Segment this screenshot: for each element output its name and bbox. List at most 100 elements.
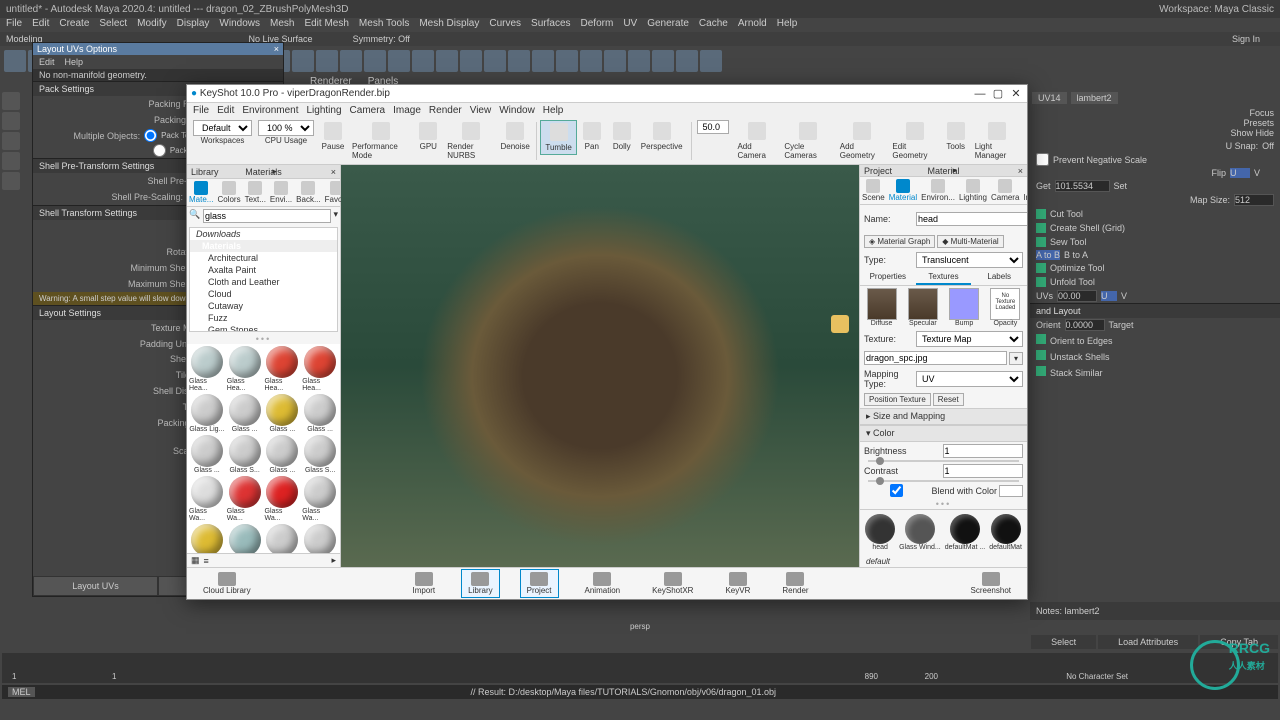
screenshot-button[interactable]: Screenshot [965, 570, 1017, 597]
maya-menu-mesh-display[interactable]: Mesh Display [419, 18, 479, 32]
shelf-icon[interactable] [556, 50, 578, 72]
material-swatch[interactable]: Glass Wa... [302, 476, 338, 522]
shelf-icon[interactable] [388, 50, 410, 72]
ks-tool-light-manager[interactable]: Light Manager [971, 120, 1023, 162]
assigned-material[interactable]: defaultMat ... [945, 514, 985, 551]
maximize-icon[interactable]: ▢ [991, 87, 1005, 101]
shelf-icon[interactable] [652, 50, 674, 72]
material-swatch[interactable]: Glass Wa... [265, 476, 301, 522]
tree-node-cloud[interactable]: Cloud [190, 288, 337, 300]
orient-edges-tool[interactable]: Orient to Edges [1050, 336, 1113, 346]
mapping-type-select[interactable]: UV [916, 371, 1023, 387]
maya-menu-generate[interactable]: Generate [647, 18, 689, 32]
maya-menu-help[interactable]: Help [777, 18, 798, 32]
grid-view-icon[interactable]: ▦ [191, 555, 200, 566]
scale-tool-icon[interactable] [2, 172, 20, 190]
uv-tool-optimize-tool[interactable]: Optimize Tool [1030, 261, 1280, 275]
atob-button[interactable]: A to B [1036, 250, 1060, 260]
shelf-icon[interactable] [604, 50, 626, 72]
ae-tab-select[interactable]: Select [1031, 635, 1096, 649]
size-mapping-section[interactable]: ▸ Size and Mapping [860, 408, 1027, 425]
brightness-field[interactable] [943, 444, 1024, 458]
material-swatch[interactable]: Glass Lig... [189, 394, 225, 433]
texture-map-specular[interactable]: Specular [903, 288, 942, 327]
close-icon[interactable]: × [274, 44, 279, 54]
proj-tab-scene[interactable]: Scene [860, 177, 887, 204]
maya-menu-select[interactable]: Select [99, 18, 127, 32]
material-swatch[interactable]: Glass Wa... [302, 524, 338, 553]
tex-tab-properties[interactable]: Properties [860, 270, 916, 285]
maya-menu-create[interactable]: Create [59, 18, 89, 32]
shelf-icon[interactable] [292, 50, 314, 72]
material-swatch[interactable]: Glass Wa... [227, 476, 263, 522]
ae-tab-2[interactable]: lambert2 [1071, 92, 1118, 104]
shelf-icon[interactable] [4, 50, 26, 72]
ks-keyshotxr-button[interactable]: KeyShotXR [646, 570, 699, 597]
get-button[interactable]: Get [1036, 181, 1051, 191]
ks-tool-pause[interactable]: Pause [318, 120, 348, 162]
ks-keyvr-button[interactable]: KeyVR [719, 570, 756, 597]
material-name-field[interactable] [916, 212, 1027, 226]
maya-menu-file[interactable]: File [6, 18, 22, 32]
ks-tool-dolly[interactable]: Dolly [607, 120, 637, 155]
fov-field[interactable] [697, 120, 729, 134]
panel-close-icon[interactable]: × [331, 167, 336, 177]
timeline[interactable]: 1 1 890 200 No Character Set [2, 653, 1278, 683]
contrast-field[interactable] [943, 464, 1024, 478]
lib-tab-back[interactable]: Back... [294, 179, 322, 206]
tree-node-axalta-paint[interactable]: Axalta Paint [190, 264, 337, 276]
flip-u-button[interactable]: U [1230, 168, 1250, 178]
ks-tool-gpu[interactable]: GPU [413, 120, 443, 162]
select-tool-icon[interactable] [2, 92, 20, 110]
shelf-icon[interactable] [700, 50, 722, 72]
texture-map-diffuse[interactable]: Diffuse [862, 288, 901, 327]
lib-tab-envi[interactable]: Envi... [268, 179, 294, 206]
ks-tool-add-camera[interactable]: Add Camera [733, 120, 780, 162]
maya-menu-uv[interactable]: UV [623, 18, 637, 32]
ks-animation-button[interactable]: Animation [579, 570, 627, 597]
panel-close-icon[interactable]: × [1018, 166, 1023, 176]
v-button[interactable]: V [1121, 291, 1137, 301]
material-graph-button[interactable]: ◈ Material Graph [864, 235, 935, 248]
ks-render-button[interactable]: Render [776, 570, 814, 597]
uv-tool-sew-tool[interactable]: Sew Tool [1030, 235, 1280, 249]
flip-v-button[interactable]: V [1254, 168, 1274, 178]
maya-menu-windows[interactable]: Windows [219, 18, 260, 32]
lib-tab-mate[interactable]: Mate... [187, 179, 215, 206]
browse-button[interactable]: ▾ [1009, 352, 1023, 365]
uv-tool-cut-tool[interactable]: Cut Tool [1030, 207, 1280, 221]
u-button[interactable]: U [1101, 291, 1117, 301]
proj-tab-lighting[interactable]: Lighting [957, 177, 989, 204]
material-swatch[interactable]: Glass ... [302, 394, 338, 433]
texture-file-field[interactable] [864, 351, 1007, 365]
set-button[interactable]: Set [1114, 181, 1128, 191]
maya-menu-arnold[interactable]: Arnold [738, 18, 767, 32]
assigned-material[interactable]: defaultMat [989, 514, 1022, 551]
shelf-icon[interactable] [508, 50, 530, 72]
rotate-tool-icon[interactable] [2, 152, 20, 170]
tree-node-downloads[interactable]: Downloads [190, 228, 337, 240]
ks-tool-edit-geometry[interactable]: Edit Geometry [888, 120, 940, 162]
material-swatch[interactable]: Glass Wa... [189, 524, 225, 553]
assigned-material[interactable]: Glass Wind... [899, 514, 941, 551]
tex-tab-textures[interactable]: Textures [916, 270, 972, 285]
proj-tab-image[interactable]: Image [1021, 177, 1027, 204]
chevron-down-icon[interactable]: ▾ [333, 209, 338, 223]
ks-tool-perspective[interactable]: Perspective [637, 120, 687, 155]
pack-together-radio[interactable] [144, 129, 157, 142]
maya-menu-edit[interactable]: Edit [32, 18, 49, 32]
multi-material-button[interactable]: ◆ Multi-Material [937, 235, 1003, 248]
material-swatch[interactable]: Glass Hea... [227, 346, 263, 392]
texture-map-bump[interactable]: Bump [945, 288, 984, 327]
lock-camera-icon[interactable] [831, 315, 849, 333]
ks-tool-tools[interactable]: Tools [941, 120, 971, 162]
mel-label[interactable]: MEL [8, 687, 35, 697]
proj-tab-environ[interactable]: Environ... [919, 177, 957, 204]
proj-tab-material[interactable]: Material [887, 177, 919, 204]
ks-menu-render[interactable]: Render [429, 105, 462, 116]
ks-tool-tumble[interactable]: Tumble [540, 120, 576, 155]
material-swatch[interactable]: Glass ... [265, 435, 301, 474]
lasso-tool-icon[interactable] [2, 112, 20, 130]
lib-tab-text[interactable]: Text... [243, 179, 268, 206]
focus-button[interactable]: Focus [1036, 108, 1274, 118]
